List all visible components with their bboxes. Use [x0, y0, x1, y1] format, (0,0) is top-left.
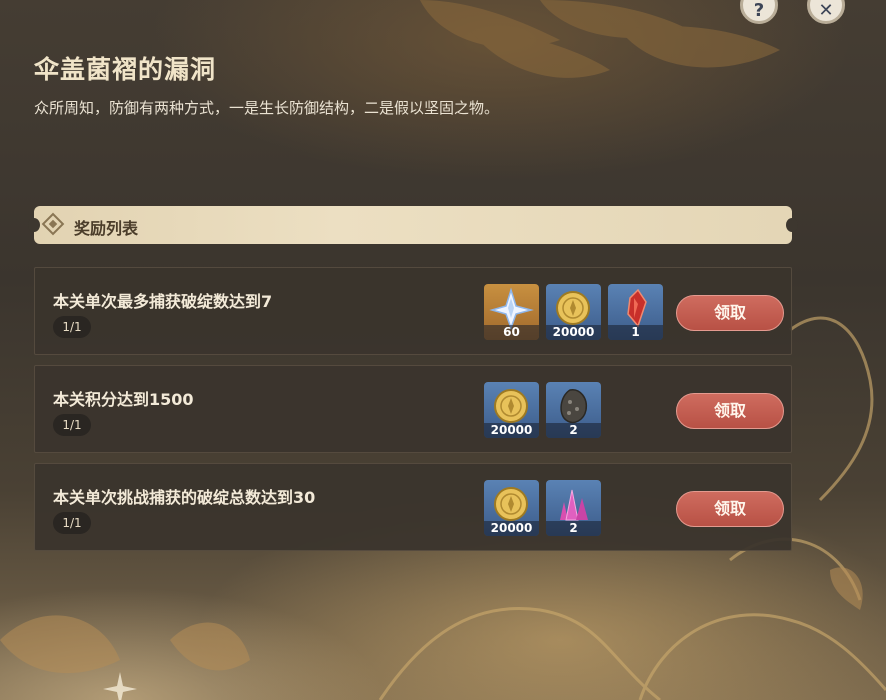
task-description: 本关单次最多捕获破绽数达到7 [53, 292, 273, 311]
rewards-list-header: 奖励列表 [28, 206, 798, 244]
header-notch-right [786, 218, 798, 232]
reward-quantity: 20000 [484, 521, 539, 536]
task-progress-badge: 1/1 [53, 316, 91, 338]
reward-item[interactable]: 20000 [546, 284, 601, 340]
task-progress-badge: 1/1 [53, 414, 91, 436]
event-description: 众所周知，防御有两种方式，一是生长防御结构，二是假以坚固之物。 [34, 99, 500, 117]
claim-button[interactable]: 领取 [676, 393, 784, 429]
reward-quantity: 20000 [484, 423, 539, 438]
reward-item[interactable]: 2 [546, 382, 601, 438]
reward-quantity: 1 [608, 325, 663, 340]
task-row: 本关积分达到1500 1/1 20000 2 领取 [34, 365, 792, 453]
reward-quantity: 60 [484, 325, 539, 340]
task-row: 本关单次挑战捕获的破绽总数达到30 1/1 20000 2 领取 [34, 463, 792, 551]
rewards-list-label: 奖励列表 [74, 219, 139, 238]
header-notch-left [28, 218, 40, 232]
close-button[interactable]: ✕ [807, 0, 845, 24]
task-description: 本关单次挑战捕获的破绽总数达到30 [53, 488, 316, 507]
reward-item[interactable]: 1 [608, 284, 663, 340]
reward-quantity: 2 [546, 423, 601, 438]
claim-button[interactable]: 领取 [676, 491, 784, 527]
reward-item[interactable]: 2 [546, 480, 601, 536]
help-button[interactable]: ? [740, 0, 778, 24]
reward-item[interactable]: 20000 [484, 480, 539, 536]
diamond-icon [41, 212, 65, 236]
reward-item[interactable]: 20000 [484, 382, 539, 438]
task-progress-badge: 1/1 [53, 512, 91, 534]
reward-quantity: 2 [546, 521, 601, 536]
claim-button[interactable]: 领取 [676, 295, 784, 331]
task-row: 本关单次最多捕获破绽数达到7 1/1 60 20000 1 领取 [34, 267, 792, 355]
reward-quantity: 20000 [546, 325, 601, 340]
reward-item[interactable]: 60 [484, 284, 539, 340]
task-description: 本关积分达到1500 [53, 390, 194, 409]
event-title: 伞盖菌褶的漏洞 [34, 55, 217, 84]
